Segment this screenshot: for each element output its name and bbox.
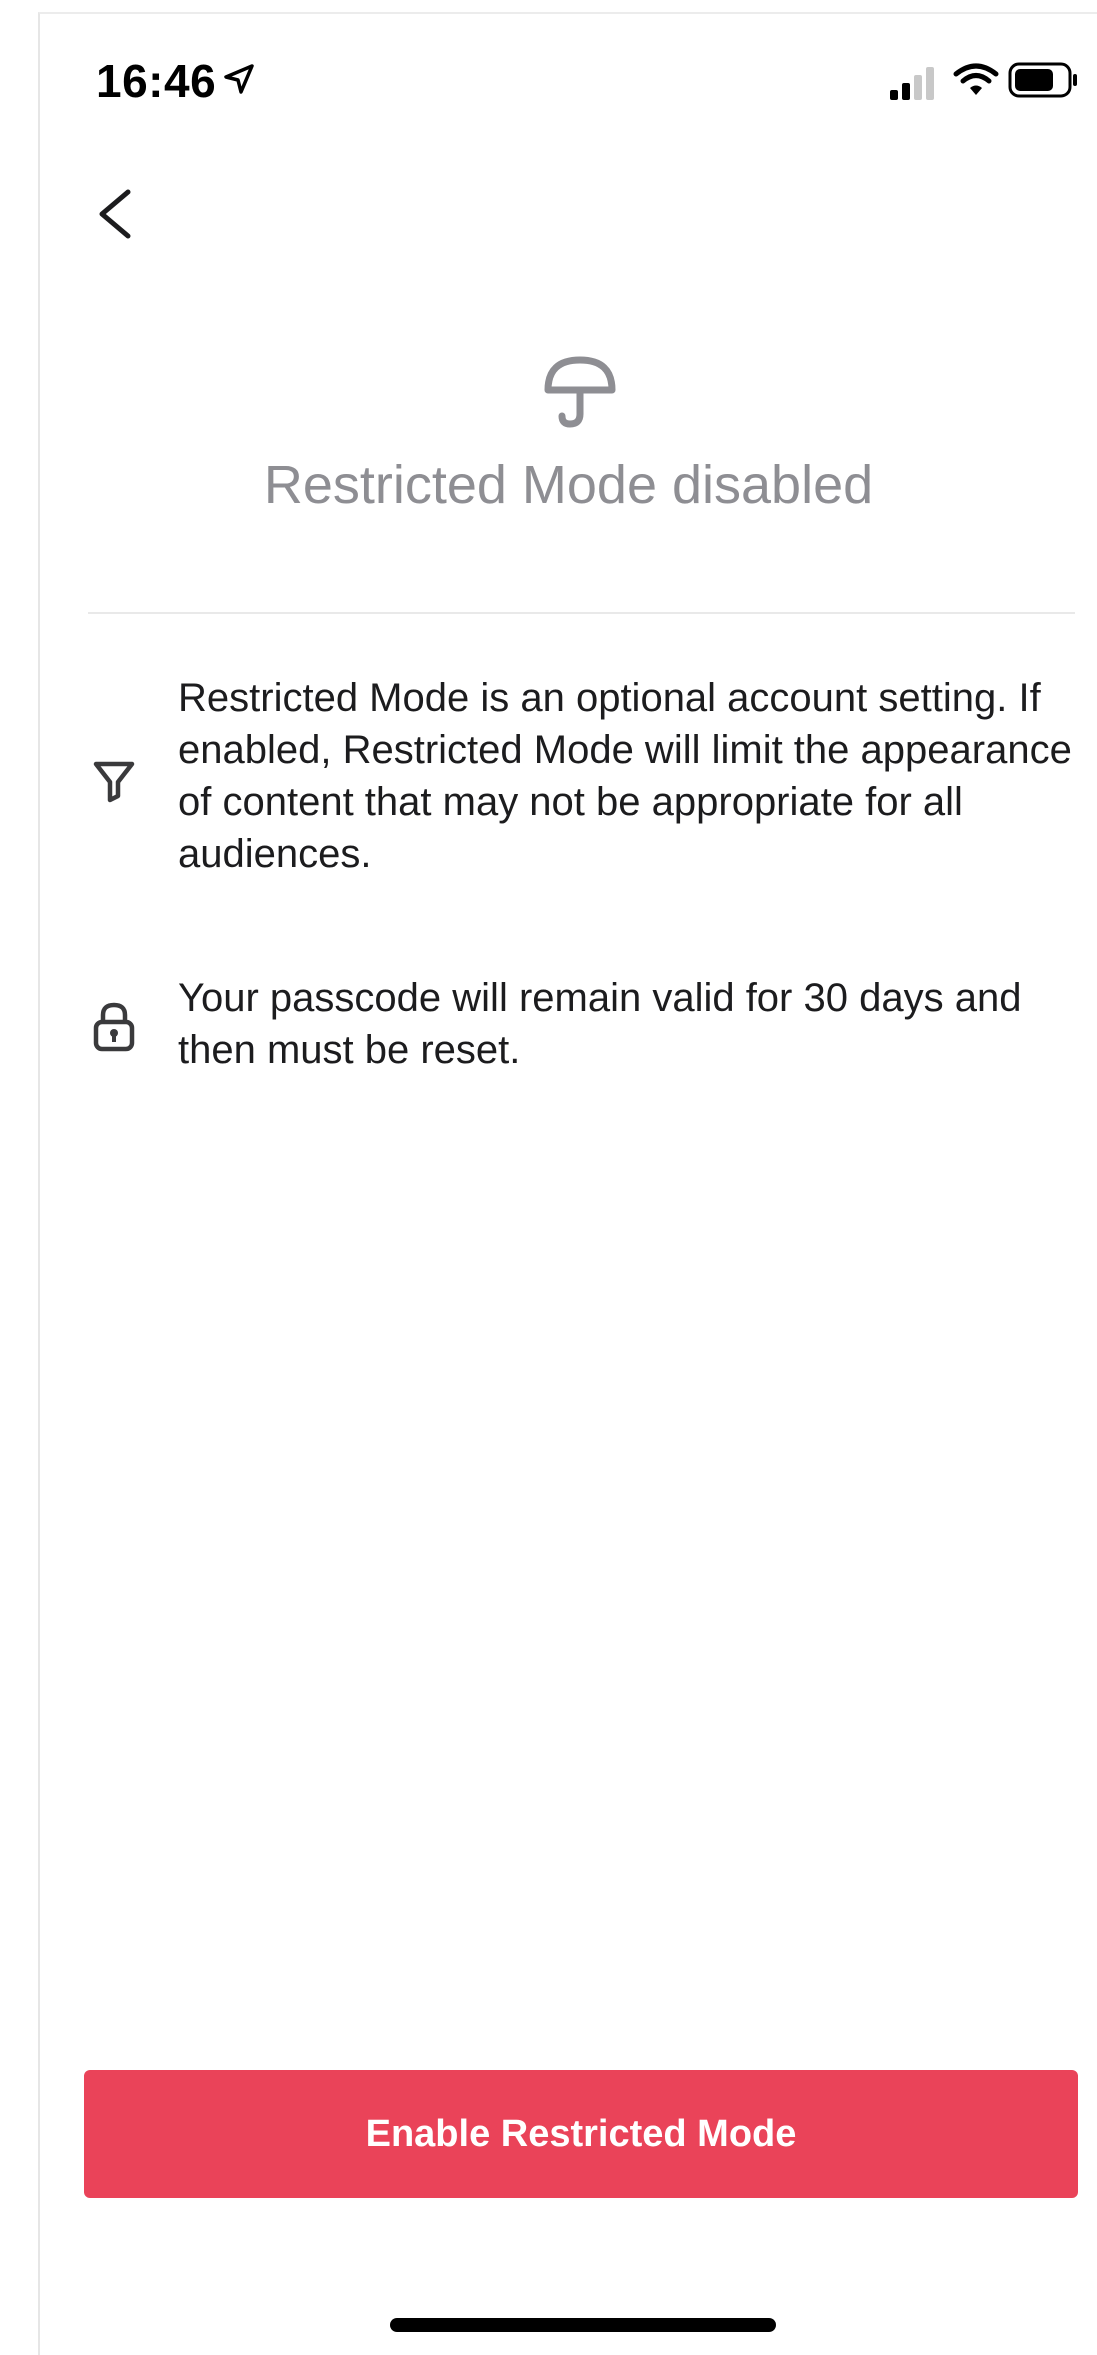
- status-bar: 16:46: [40, 14, 1097, 134]
- status-time: 16:46: [96, 55, 217, 107]
- umbrella-icon: [544, 356, 616, 428]
- divider: [88, 612, 1075, 614]
- info-text-restricted-mode: Restricted Mode is an optional account s…: [178, 676, 1072, 876]
- battery-icon: [1008, 62, 1077, 98]
- wifi-icon: [953, 63, 999, 95]
- filter-icon: [93, 761, 135, 803]
- lock-icon: [93, 1002, 135, 1052]
- back-button[interactable]: [82, 174, 152, 254]
- enable-restricted-mode-button[interactable]: Enable Restricted Mode: [84, 2070, 1078, 2198]
- page-title: Restricted Mode disabled: [263, 455, 874, 515]
- signal-icon: [890, 67, 934, 100]
- location-arrow-icon: [224, 64, 254, 94]
- home-indicator: [390, 2318, 776, 2332]
- restricted-mode-screen: 16:46 Restricted Mode disabled Restricte…: [38, 12, 1097, 2355]
- info-text-passcode: Your passcode will remain valid for 30 d…: [178, 976, 1022, 1072]
- chevron-left-icon: [99, 189, 131, 239]
